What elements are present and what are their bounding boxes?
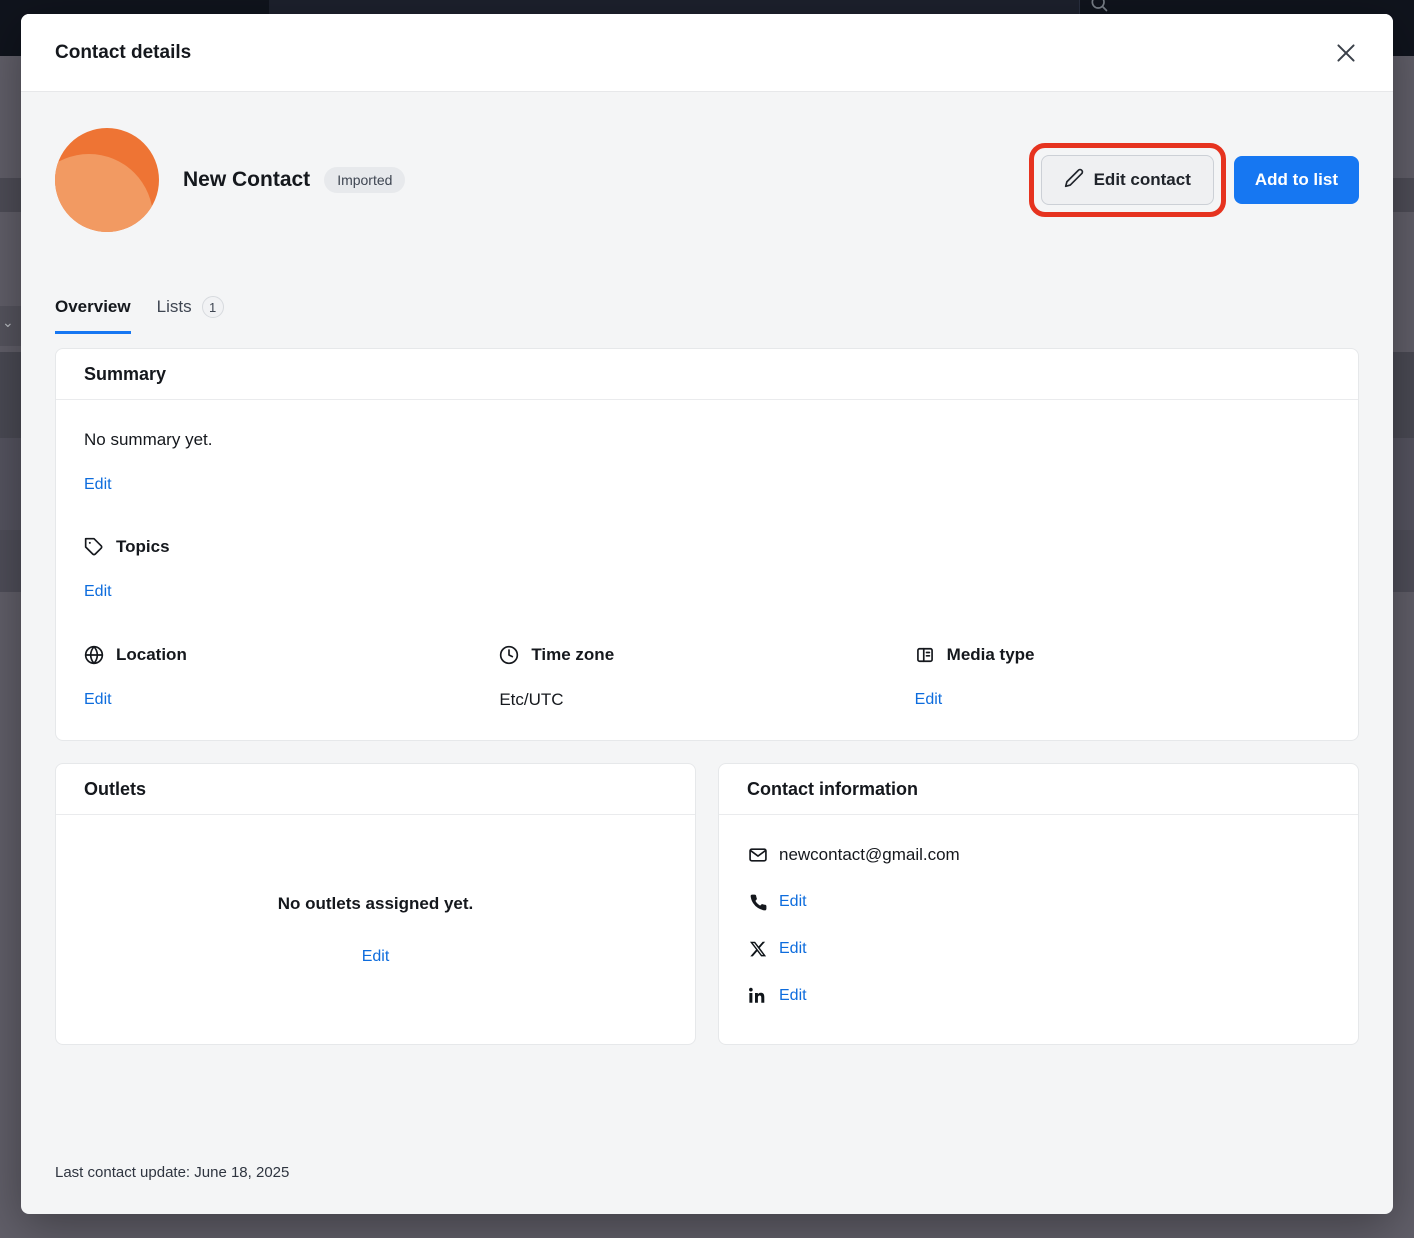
outlets-title: Outlets: [56, 764, 695, 815]
globe-icon: [84, 645, 104, 665]
tab-overview[interactable]: Overview: [55, 296, 131, 334]
email-row: newcontact@gmail.com: [747, 843, 1330, 867]
modal-body: New Contact Imported Edit contact Add to…: [21, 128, 1393, 1045]
background-row-stripe: [1393, 178, 1414, 212]
location-label-row: Location: [84, 643, 499, 667]
linkedin-row: Edit: [747, 984, 1330, 1008]
pencil-icon: [1064, 168, 1084, 193]
summary-title: Summary: [56, 349, 1358, 400]
summary-empty-text: No summary yet.: [84, 428, 1330, 452]
newspaper-icon: [915, 645, 935, 665]
background-row-stripe: [0, 352, 21, 438]
location-label: Location: [116, 643, 187, 667]
outlets-edit-link[interactable]: Edit: [362, 945, 390, 969]
summary-body: No summary yet. Edit Topics Edit: [56, 400, 1358, 740]
x-edit-link[interactable]: Edit: [779, 937, 807, 961]
search-icon[interactable]: [1089, 0, 1109, 13]
add-to-list-button[interactable]: Add to list: [1234, 156, 1359, 204]
location-edit-link[interactable]: Edit: [84, 688, 112, 712]
edit-contact-label: Edit contact: [1094, 170, 1191, 190]
media-type-label: Media type: [947, 643, 1035, 667]
header-actions: Edit contact Add to list: [1029, 143, 1359, 217]
phone-edit-link[interactable]: Edit: [779, 890, 807, 914]
topics-edit-link[interactable]: Edit: [84, 580, 112, 604]
email-value: newcontact@gmail.com: [779, 845, 960, 865]
topics-label: Topics: [116, 535, 170, 559]
tab-lists[interactable]: Lists 1: [157, 296, 224, 334]
background-row-stripe: [1393, 530, 1414, 592]
modal-header: Contact details: [21, 14, 1393, 92]
close-icon[interactable]: [1329, 36, 1363, 70]
timezone-label-row: Time zone: [499, 643, 914, 667]
contact-name: New Contact: [183, 168, 310, 192]
linkedin-edit-link[interactable]: Edit: [779, 984, 807, 1008]
imported-badge: Imported: [324, 167, 405, 193]
tab-lists-label: Lists: [157, 297, 192, 317]
contact-information-title: Contact information: [719, 764, 1358, 815]
tab-overview-label: Overview: [55, 297, 131, 317]
contact-name-wrap: New Contact Imported: [183, 167, 405, 193]
timezone-section: Time zone Etc/UTC: [499, 643, 914, 712]
lists-count-badge: 1: [202, 296, 224, 318]
contact-header: New Contact Imported Edit contact Add to…: [55, 128, 1359, 232]
edit-contact-button[interactable]: Edit contact: [1041, 155, 1214, 205]
x-row: Edit: [747, 937, 1330, 961]
timezone-value: Etc/UTC: [499, 688, 914, 712]
mail-icon: [747, 845, 769, 865]
contact-information-body: newcontact@gmail.com Edit: [719, 815, 1358, 1036]
meta-grid: Location Edit Time zone: [84, 643, 1330, 712]
avatar: [55, 128, 159, 232]
last-update-text: Last contact update: June 18, 2025: [55, 1164, 289, 1181]
media-type-label-row: Media type: [915, 643, 1330, 667]
background-row-stripe: [0, 178, 21, 212]
outlets-empty-text: No outlets assigned yet.: [278, 892, 474, 916]
contact-information-card: Contact information newcontact@gmail.com: [718, 763, 1359, 1045]
chevron-down-icon: ⌄: [2, 314, 14, 331]
contact-details-modal: Contact details New Contact Imported: [21, 14, 1393, 1214]
media-type-section: Media type Edit: [915, 643, 1330, 712]
clock-icon: [499, 645, 519, 665]
phone-row: Edit: [747, 890, 1330, 914]
timezone-label: Time zone: [531, 643, 614, 667]
topics-section: Topics Edit: [84, 535, 1330, 604]
linkedin-icon: [747, 987, 769, 1005]
background-row-stripe: [1393, 438, 1414, 530]
bottom-cards-row: Outlets No outlets assigned yet. Edit Co…: [55, 763, 1359, 1045]
modal-title: Contact details: [55, 42, 191, 64]
background-row-stripe: [0, 530, 21, 592]
phone-icon: [747, 893, 769, 912]
topics-label-row: Topics: [84, 535, 1330, 559]
outlets-body: No outlets assigned yet. Edit: [56, 815, 695, 1046]
media-type-edit-link[interactable]: Edit: [915, 688, 943, 712]
summary-card: Summary No summary yet. Edit Topics: [55, 348, 1359, 741]
x-twitter-icon: [747, 940, 769, 958]
summary-edit-link[interactable]: Edit: [84, 473, 112, 497]
location-section: Location Edit: [84, 643, 499, 712]
background-row-stripe: [0, 438, 21, 530]
tag-icon: [84, 537, 104, 557]
tabs: Overview Lists 1: [55, 296, 1359, 334]
outlets-card: Outlets No outlets assigned yet. Edit: [55, 763, 696, 1045]
annotation-highlight: Edit contact: [1029, 143, 1226, 217]
background-row-stripe: [1393, 352, 1414, 438]
